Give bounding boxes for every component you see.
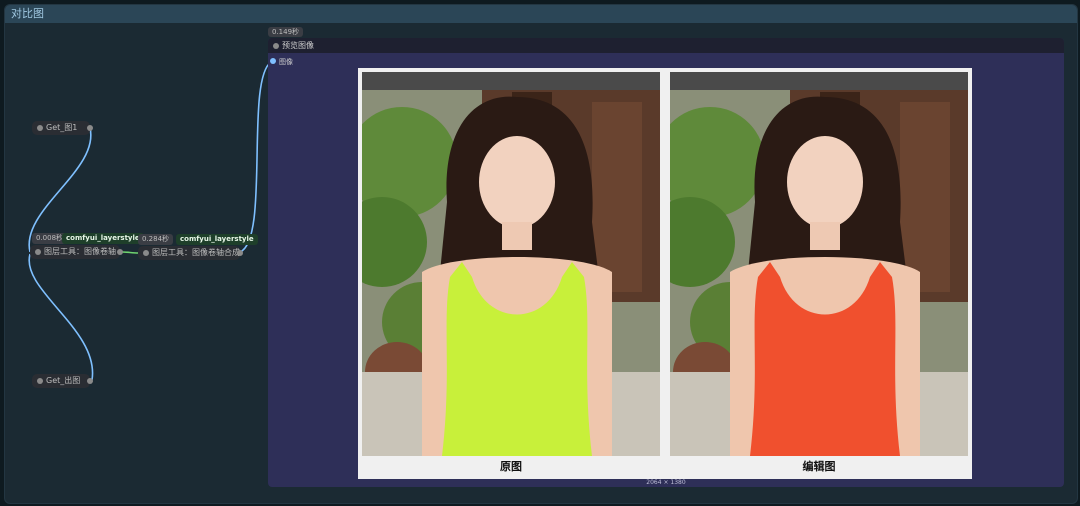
collapse-dot-icon[interactable] <box>35 249 41 255</box>
original-photo <box>362 72 660 456</box>
collapse-dot-icon[interactable] <box>37 378 43 384</box>
node-source-tag: comfyui_layerstyle <box>176 234 258 245</box>
node-label: 图层工具：图像卷轴 <box>44 247 116 256</box>
original-caption: 原图 <box>500 460 522 473</box>
node-label: Get_图1 <box>46 123 78 132</box>
node-label: Get_出图 <box>46 376 81 385</box>
image-axis-node[interactable]: 图层工具：图像卷轴 <box>30 245 123 259</box>
node-source-tag: comfyui_layerstyle <box>62 233 144 244</box>
execution-time-badge: 0.284秒 <box>138 234 174 245</box>
output-port[interactable] <box>237 250 243 256</box>
input-label: 图像 <box>279 58 293 66</box>
collapse-dot-icon[interactable] <box>143 250 149 256</box>
collapse-dot-icon[interactable] <box>37 125 43 131</box>
portrait-original-illustration <box>362 72 660 456</box>
image-input-slot[interactable]: 图像 <box>270 57 293 67</box>
node-label: 图层工具：图像卷轴合成 <box>152 248 240 257</box>
output-port[interactable] <box>117 249 123 255</box>
preview-title: 预览图像 <box>282 41 314 50</box>
input-port[interactable] <box>270 58 276 64</box>
preview-header[interactable]: 预览图像 <box>268 38 1064 53</box>
preview-image-node[interactable]: 预览图像 图像 原图 编辑图 2064 × 1380 <box>268 38 1064 487</box>
execution-time-badge: 0.149秒 <box>268 27 304 37</box>
edited-caption: 编辑图 <box>802 460 836 473</box>
output-port[interactable] <box>87 125 93 131</box>
edited-photo <box>670 72 968 456</box>
collapse-dot-icon[interactable] <box>273 43 279 49</box>
output-port[interactable] <box>87 378 93 384</box>
get-image1-node[interactable]: Get_图1 <box>32 121 93 135</box>
portrait-edited-illustration <box>670 72 968 456</box>
image-dimensions: 2064 × 1380 <box>646 479 686 486</box>
group-title[interactable]: 对比图 <box>5 5 1077 23</box>
comparison-image: 原图 编辑图 <box>358 68 972 479</box>
get-output-node[interactable]: Get_出图 <box>32 374 93 388</box>
image-axis-merge-node[interactable]: 图层工具：图像卷轴合成 <box>138 246 243 260</box>
